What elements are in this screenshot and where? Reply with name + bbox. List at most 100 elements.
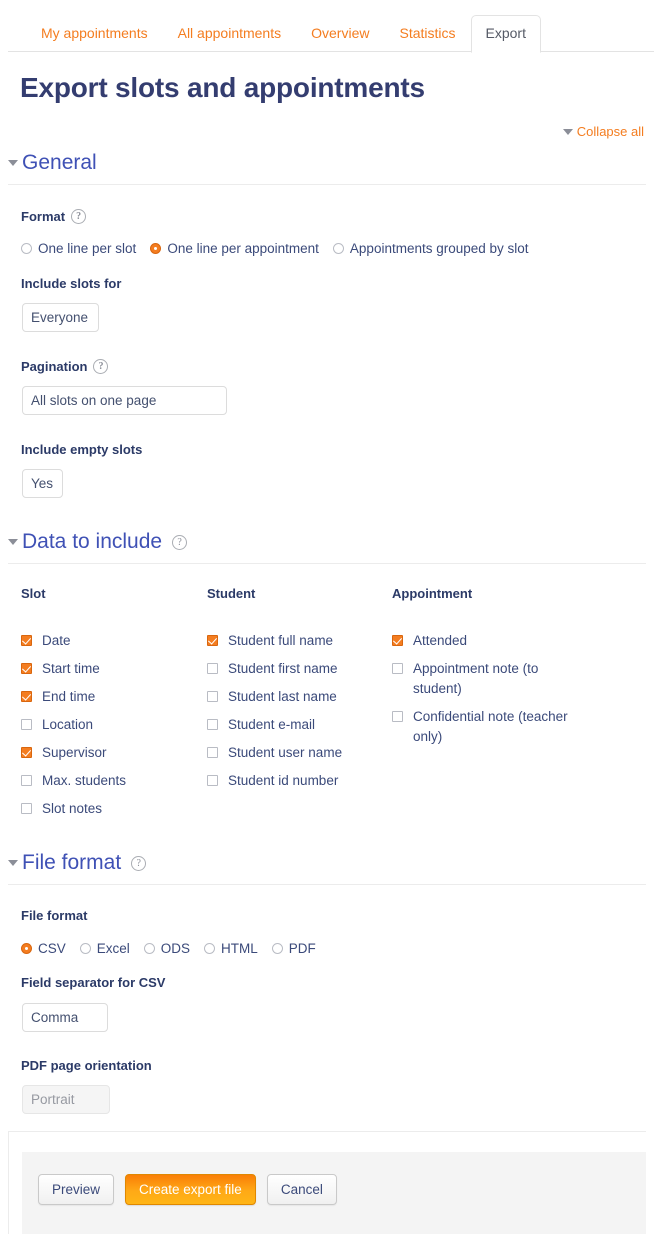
tab-all-appointments[interactable]: All appointments <box>163 15 297 52</box>
checkbox-label: Slot notes <box>42 799 102 819</box>
select-pdf-orientation[interactable]: Portrait <box>22 1085 110 1114</box>
checkbox-icon[interactable] <box>207 719 218 730</box>
radio-icon[interactable] <box>144 943 155 954</box>
checkbox-label: Student e-mail <box>228 715 315 735</box>
label-include-empty-slots-text: Include empty slots <box>21 442 142 457</box>
checkbox-icon[interactable] <box>207 747 218 758</box>
tab-export[interactable]: Export <box>471 15 541 53</box>
radio-group-file-format: CSV Excel ODS HTML PDF <box>21 941 330 956</box>
checkbox-row-start-time[interactable]: Start time <box>21 659 191 679</box>
radio-label: One line per appointment <box>167 241 319 256</box>
chevron-down-icon <box>563 129 573 135</box>
checkbox-row-end-time[interactable]: End time <box>21 687 191 707</box>
help-icon[interactable]: ? <box>131 856 146 871</box>
radio-option-one-line-per-appointment[interactable]: One line per appointment <box>150 241 333 256</box>
checkbox-icon[interactable] <box>392 663 403 674</box>
checkbox-icon[interactable] <box>207 663 218 674</box>
checkbox-row-attended[interactable]: Attended <box>392 631 587 651</box>
checkbox-icon[interactable] <box>392 711 403 722</box>
radio-group-format: One line per slot One line per appointme… <box>21 241 543 256</box>
radio-icon[interactable] <box>333 243 344 254</box>
checkbox-icon[interactable] <box>207 691 218 702</box>
radio-option-pdf[interactable]: PDF <box>272 941 330 956</box>
checkbox-icon[interactable] <box>207 775 218 786</box>
preview-button[interactable]: Preview <box>38 1174 114 1205</box>
checkbox-icon[interactable] <box>21 775 32 786</box>
tab-overview[interactable]: Overview <box>296 15 384 52</box>
radio-icon[interactable] <box>80 943 91 954</box>
checkbox-row-student-email[interactable]: Student e-mail <box>207 715 387 735</box>
select-include-empty-slots[interactable]: Yes <box>22 469 63 498</box>
collapse-all-label: Collapse all <box>577 124 644 139</box>
checkbox-icon[interactable] <box>21 719 32 730</box>
radio-label: Appointments grouped by slot <box>350 241 529 256</box>
tab-list: My appointments All appointments Overvie… <box>26 14 541 52</box>
radio-label: ODS <box>161 941 190 956</box>
select-include-slots-for[interactable]: Everyone <box>22 303 99 332</box>
left-border-rule <box>8 1132 9 1234</box>
checkbox-icon[interactable] <box>21 663 32 674</box>
checkbox-row-date[interactable]: Date <box>21 631 191 651</box>
section-header-data-to-include[interactable]: Data to include ? <box>8 529 646 564</box>
radio-option-appointments-grouped-by-slot[interactable]: Appointments grouped by slot <box>333 241 543 256</box>
checkbox-row-location[interactable]: Location <box>21 715 191 735</box>
section-header-file-format[interactable]: File format ? <box>8 850 646 885</box>
select-field-separator[interactable]: Comma <box>22 1003 108 1032</box>
checkbox-row-student-last-name[interactable]: Student last name <box>207 687 387 707</box>
radio-icon[interactable] <box>272 943 283 954</box>
label-pdf-orientation-text: PDF page orientation <box>21 1058 152 1073</box>
checkbox-row-max-students[interactable]: Max. students <box>21 771 191 791</box>
chevron-down-icon <box>8 160 18 166</box>
export-page: My appointments All appointments Overvie… <box>0 0 654 1234</box>
checkbox-row-student-id-number[interactable]: Student id number <box>207 771 387 791</box>
create-export-file-button[interactable]: Create export file <box>125 1174 256 1205</box>
section-header-general[interactable]: General <box>8 150 646 185</box>
radio-option-one-line-per-slot[interactable]: One line per slot <box>21 241 150 256</box>
select-pagination[interactable]: All slots on one page <box>22 386 227 415</box>
checkbox-icon[interactable] <box>207 635 218 646</box>
collapse-all-link[interactable]: Collapse all <box>563 124 644 139</box>
checkbox-icon[interactable] <box>21 635 32 646</box>
checkbox-row-student-full-name[interactable]: Student full name <box>207 631 387 651</box>
radio-option-html[interactable]: HTML <box>204 941 272 956</box>
checkbox-row-student-user-name[interactable]: Student user name <box>207 743 387 763</box>
radio-icon[interactable] <box>21 243 32 254</box>
label-pdf-orientation: PDF page orientation <box>21 1058 152 1073</box>
checkbox-label: Max. students <box>42 771 126 791</box>
radio-option-csv[interactable]: CSV <box>21 941 80 956</box>
cancel-button[interactable]: Cancel <box>267 1174 337 1205</box>
action-button-row: Preview Create export file Cancel <box>38 1174 337 1205</box>
tab-statistics[interactable]: Statistics <box>384 15 470 52</box>
checkbox-row-appointment-note[interactable]: Appointment note (to student) <box>392 659 587 699</box>
checkbox-row-supervisor[interactable]: Supervisor <box>21 743 191 763</box>
checkbox-icon[interactable] <box>392 635 403 646</box>
radio-label: PDF <box>289 941 316 956</box>
radio-icon[interactable] <box>150 243 161 254</box>
chevron-down-icon <box>8 860 18 866</box>
tab-my-appointments[interactable]: My appointments <box>26 15 163 52</box>
checkbox-label: End time <box>42 687 95 707</box>
label-field-separator-text: Field separator for CSV <box>21 975 165 990</box>
checkbox-label: Student id number <box>228 771 338 791</box>
radio-option-ods[interactable]: ODS <box>144 941 204 956</box>
help-icon[interactable]: ? <box>93 359 108 374</box>
checkbox-row-confidential-note[interactable]: Confidential note (teacher only) <box>392 707 587 747</box>
checkbox-icon[interactable] <box>21 803 32 814</box>
footer-divider <box>8 1131 646 1132</box>
label-format-text: Format <box>21 209 65 224</box>
tab-bar: My appointments All appointments Overvie… <box>8 14 654 52</box>
checkbox-label: Confidential note (teacher only) <box>413 707 587 747</box>
checkbox-icon[interactable] <box>21 691 32 702</box>
label-pagination-text: Pagination <box>21 359 87 374</box>
radio-option-excel[interactable]: Excel <box>80 941 144 956</box>
help-icon[interactable]: ? <box>71 209 86 224</box>
checkbox-icon[interactable] <box>21 747 32 758</box>
help-icon[interactable]: ? <box>172 535 187 550</box>
checkbox-row-slot-notes[interactable]: Slot notes <box>21 799 191 819</box>
section-title-data-to-include: Data to include <box>22 529 162 555</box>
checkbox-row-student-first-name[interactable]: Student first name <box>207 659 387 679</box>
checkbox-label: Student user name <box>228 743 342 763</box>
radio-icon[interactable] <box>204 943 215 954</box>
radio-icon[interactable] <box>21 943 32 954</box>
column-header-appointment: Appointment <box>392 586 587 601</box>
